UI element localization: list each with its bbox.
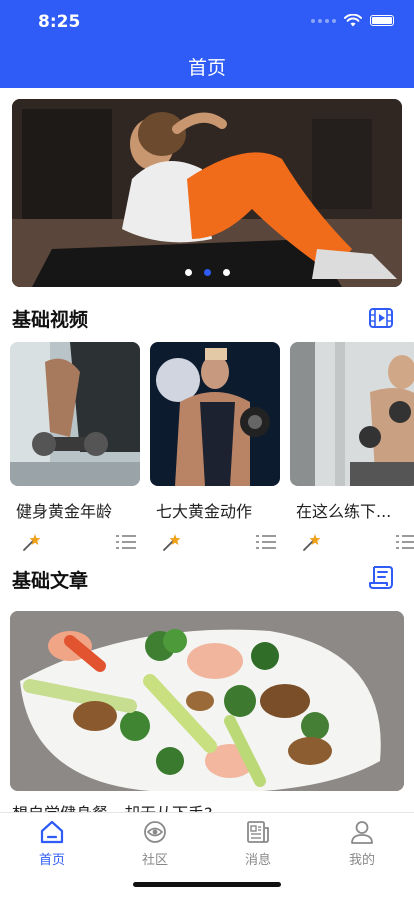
carousel-dot-active[interactable] (203, 269, 211, 276)
status-icons (311, 14, 394, 27)
article-card[interactable] (10, 611, 404, 791)
page-title: 首页 (187, 57, 226, 79)
video-card[interactable]: 七大黄金动作 (150, 342, 280, 552)
video-title: 七大黄金动作 (156, 502, 253, 521)
wifi-icon (344, 14, 362, 27)
tab-community[interactable]: 社区 (115, 819, 195, 868)
banner-carousel[interactable] (12, 99, 402, 287)
battery-icon (370, 15, 394, 26)
status-time: 8:25 (38, 12, 81, 32)
videos-section-title: 基础视频 (12, 309, 89, 331)
tab-messages[interactable]: 消息 (218, 819, 298, 868)
article-image (10, 611, 404, 791)
video-title: 在这么练下... (296, 502, 392, 521)
home-icon (40, 820, 64, 844)
tab-community-label: 社区 (141, 853, 168, 868)
video-thumbnail-image (150, 342, 280, 486)
video-thumbnail-image (290, 342, 414, 486)
video-thumbnail[interactable] (290, 342, 414, 486)
eye-icon (144, 821, 166, 843)
article-icon[interactable] (368, 564, 394, 590)
tab-home-label: 首页 (38, 853, 65, 868)
video-thumbnail-image (10, 342, 140, 486)
video-card[interactable]: 健身黄金年龄 (10, 342, 140, 552)
user-icon (351, 821, 373, 844)
tab-profile[interactable]: 我的 (322, 819, 402, 868)
tab-messages-label: 消息 (244, 853, 271, 868)
magic-wand-icon[interactable] (22, 532, 42, 552)
home-indicator[interactable] (133, 882, 281, 887)
video-icon[interactable] (368, 305, 394, 331)
video-thumbnail[interactable] (10, 342, 140, 486)
list-icon[interactable] (116, 534, 136, 550)
magic-wand-icon[interactable] (162, 532, 182, 552)
video-title: 健身黄金年龄 (16, 502, 113, 521)
carousel-dot[interactable] (184, 269, 192, 276)
news-icon (247, 821, 269, 843)
magic-wand-icon[interactable] (302, 532, 322, 552)
list-icon[interactable] (396, 534, 414, 550)
cellular-signal-icon (311, 18, 336, 23)
articles-section-title: 基础文章 (12, 570, 89, 592)
app-header: 8:25 首页 (0, 0, 414, 88)
tab-profile-label: 我的 (348, 853, 375, 868)
list-icon[interactable] (256, 534, 276, 550)
tab-home[interactable]: 首页 (12, 819, 92, 868)
video-list: 健身黄金年龄 七大黄金动作 在这么练下... (10, 342, 414, 552)
video-card[interactable]: 在这么练下... (290, 342, 414, 552)
carousel-indicator[interactable] (12, 269, 402, 276)
video-thumbnail[interactable] (150, 342, 280, 486)
banner-image (12, 99, 402, 287)
carousel-dot[interactable] (222, 269, 230, 276)
